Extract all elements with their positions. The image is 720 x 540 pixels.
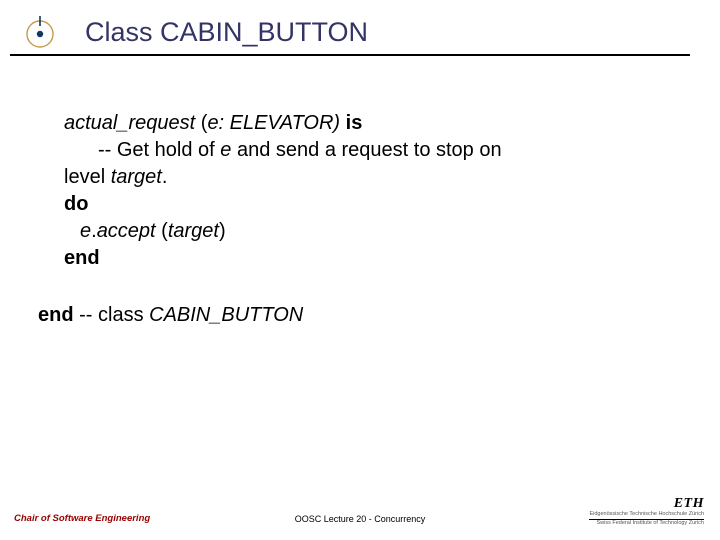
footer: Chair of Software Engineering OOSC Lectu…: [0, 498, 720, 528]
bullet-icon: [22, 16, 58, 52]
eth-subtext-1: Eidgenössische Technische Hochschule Zür…: [589, 512, 704, 518]
footer-logo: ETH Eidgenössische Technische Hochschule…: [589, 495, 704, 526]
slide-content: actual_request (e: ELEVATOR) is -- Get h…: [38, 110, 690, 329]
class-end-line: end -- class CABIN_BUTTON: [38, 302, 690, 329]
code-line-6: end: [64, 245, 690, 272]
code-line-1: actual_request (e: ELEVATOR) is: [64, 110, 690, 137]
code-line-5: e.accept (target): [80, 218, 690, 245]
slide-title: Class CABIN_BUTTON: [85, 18, 690, 48]
code-line-3: level target.: [64, 164, 690, 191]
eth-logo-text: ETH: [674, 496, 704, 511]
eth-subtext-2: Swiss Federal Institute of Technology Zu…: [589, 521, 704, 527]
code-line-4: do: [64, 191, 690, 218]
slide: Class CABIN_BUTTON actual_request (e: EL…: [0, 0, 720, 540]
slide-header: Class CABIN_BUTTON: [10, 0, 690, 56]
code-line-2: -- Get hold of e and send a request to s…: [98, 137, 690, 164]
